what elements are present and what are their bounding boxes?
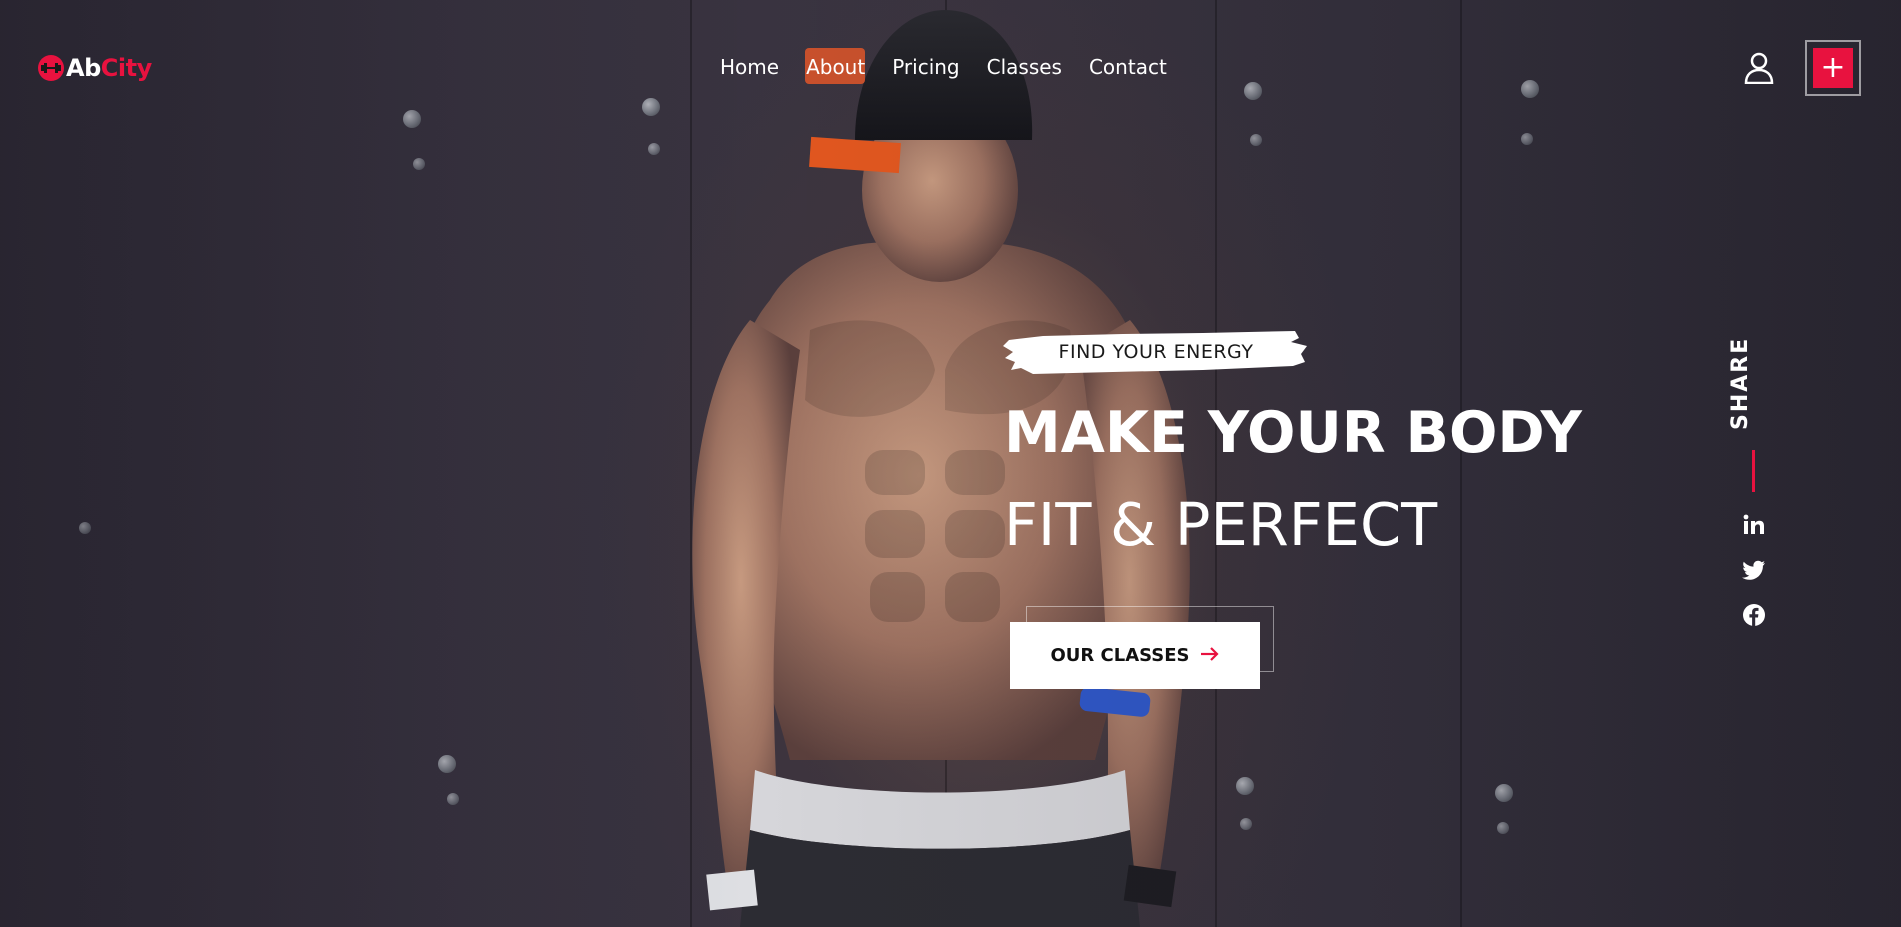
tagline-text: FIND YOUR ENERGY	[1058, 341, 1254, 363]
user-icon[interactable]	[1744, 52, 1774, 85]
add-button[interactable]: +	[1805, 40, 1861, 96]
hero-headline: MAKE YOUR BODY	[1004, 400, 1582, 466]
hero-subheadline: FIT & PERFECT	[1004, 490, 1438, 559]
share-divider	[1752, 450, 1755, 492]
dumbbell-icon	[38, 55, 64, 81]
plus-icon: +	[1813, 48, 1853, 88]
hero-page: AbCity Home About Pricing Classes Contac…	[0, 0, 1901, 927]
brand-name-part-2: City	[100, 54, 152, 82]
arrow-right-icon	[1200, 646, 1220, 666]
nav-item-pricing[interactable]: Pricing	[892, 55, 959, 79]
tagline-badge: FIND YOUR ENERGY	[1003, 328, 1309, 376]
nav-item-contact[interactable]: Contact	[1089, 55, 1167, 79]
nav-item-classes[interactable]: Classes	[987, 55, 1062, 79]
brand-name-part-1: Ab	[66, 54, 101, 82]
main-nav: Home About Pricing Classes Contact	[720, 55, 1194, 79]
nav-item-about[interactable]: About	[806, 55, 865, 79]
image-overlay	[0, 0, 1901, 927]
our-classes-button[interactable]: OUR CLASSES	[1010, 622, 1260, 689]
nav-item-home[interactable]: Home	[720, 55, 779, 79]
brand-logo[interactable]: AbCity	[38, 54, 152, 82]
share-label: SHARE	[1728, 336, 1753, 430]
cta-label: OUR CLASSES	[1050, 645, 1190, 666]
twitter-icon[interactable]	[1742, 558, 1766, 582]
brand-name: AbCity	[66, 54, 152, 82]
linkedin-icon[interactable]	[1742, 513, 1766, 537]
facebook-icon[interactable]	[1742, 603, 1766, 627]
